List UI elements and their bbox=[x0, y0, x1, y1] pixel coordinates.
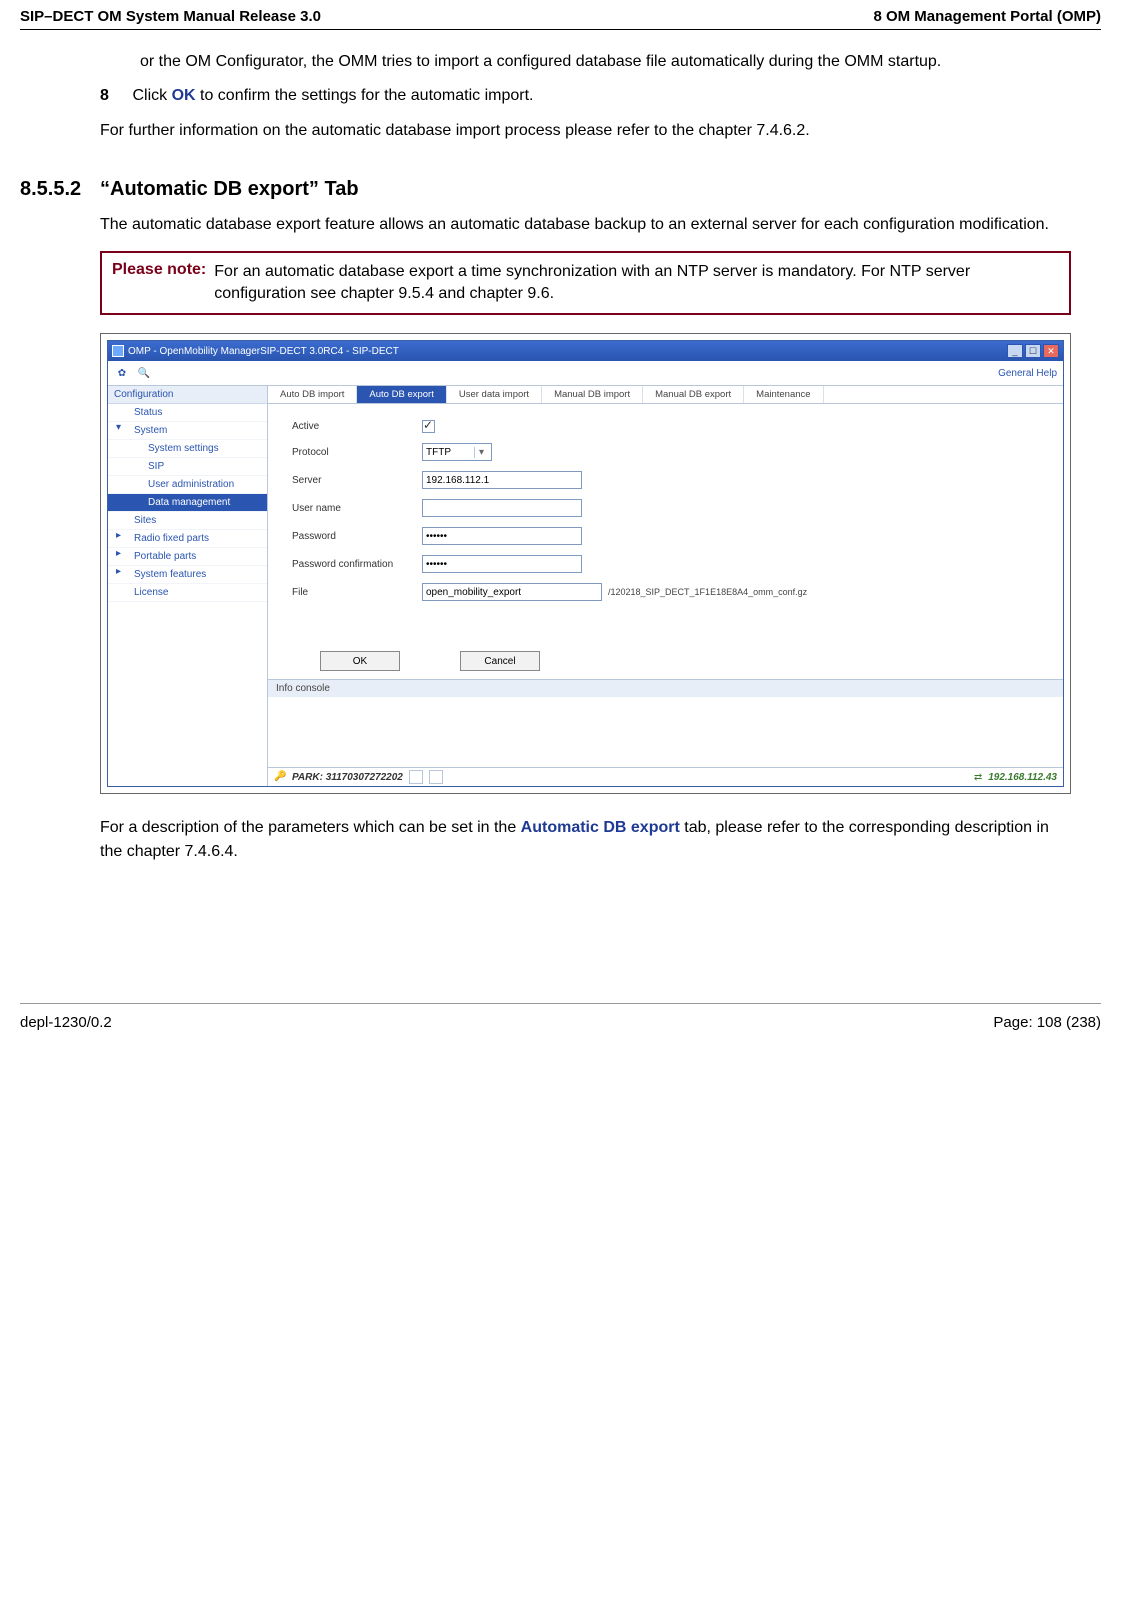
section-title: “Automatic DB export” Tab bbox=[100, 178, 359, 201]
label-password: Password bbox=[292, 531, 422, 542]
connection-icon: ⇄ bbox=[974, 772, 982, 783]
label-file: File bbox=[292, 587, 422, 598]
window-titlebar: OMP - OpenMobility ManagerSIP-DECT 3.0RC… bbox=[108, 341, 1063, 361]
chevron-right-icon[interactable]: ▸ bbox=[116, 548, 121, 559]
sidebar-heading: Configuration bbox=[108, 386, 267, 404]
sidebar-item-radio-fixed[interactable]: Radio fixed parts bbox=[108, 530, 267, 548]
tab-user-data-import[interactable]: User data import bbox=[447, 386, 542, 403]
tab-auto-db-export[interactable]: Auto DB export bbox=[357, 386, 446, 403]
footer-right: Page: 108 (238) bbox=[993, 1014, 1101, 1031]
section-number: 8.5.5.2 bbox=[20, 178, 100, 201]
minimize-button[interactable]: _ bbox=[1007, 344, 1023, 358]
chevron-right-icon[interactable]: ▸ bbox=[116, 530, 121, 541]
label-server: Server bbox=[292, 475, 422, 486]
file-input[interactable] bbox=[422, 583, 602, 601]
chevron-down-icon[interactable]: ▾ bbox=[116, 422, 121, 433]
tabs-row: Auto DB import Auto DB export User data … bbox=[268, 386, 1063, 404]
step-8-text: Click OK to confirm the settings for the… bbox=[132, 87, 1063, 105]
form-area: Active Protocol TFTP ▾ Server bbox=[268, 404, 1063, 679]
sidebar-item-data-management[interactable]: Data management bbox=[108, 494, 267, 512]
header-left: SIP–DECT OM System Manual Release 3.0 bbox=[20, 8, 321, 25]
info-console-body bbox=[268, 697, 1063, 767]
gear-icon[interactable]: ✿ bbox=[114, 365, 130, 381]
auto-db-export-keyword: Automatic DB export bbox=[521, 819, 680, 836]
sidebar-item-system-settings[interactable]: System settings bbox=[108, 440, 267, 458]
username-input[interactable] bbox=[422, 499, 582, 517]
ok-keyword: OK bbox=[172, 87, 196, 104]
label-username: User name bbox=[292, 503, 422, 514]
sidebar-item-portable-parts[interactable]: Portable parts bbox=[108, 548, 267, 566]
tab-auto-db-import[interactable]: Auto DB import bbox=[268, 386, 357, 403]
search-icon[interactable]: 🔍 bbox=[136, 365, 152, 381]
dropdown-caret-icon: ▾ bbox=[474, 447, 488, 458]
app-icon bbox=[112, 345, 124, 357]
window-title: OMP - OpenMobility ManagerSIP-DECT 3.0RC… bbox=[128, 346, 399, 357]
password-confirm-input[interactable] bbox=[422, 555, 582, 573]
footer-left: depl-1230/0.2 bbox=[20, 1014, 112, 1031]
label-active: Active bbox=[292, 421, 422, 432]
tab-manual-db-import[interactable]: Manual DB import bbox=[542, 386, 643, 403]
sidebar-item-user-admin[interactable]: User administration bbox=[108, 476, 267, 494]
sidebar-item-license[interactable]: License bbox=[108, 584, 267, 602]
key-icon: 🔑 bbox=[274, 771, 286, 783]
please-note-box: Please note: For an automatic database e… bbox=[100, 251, 1071, 316]
info-console-header: Info console bbox=[268, 679, 1063, 697]
sidebar-item-sip[interactable]: SIP bbox=[108, 458, 267, 476]
toolbar-links[interactable]: General Help bbox=[998, 368, 1057, 379]
active-checkbox[interactable] bbox=[422, 420, 435, 433]
label-password-confirm: Password confirmation bbox=[292, 559, 422, 570]
paragraph-further-info: For further information on the automatic… bbox=[100, 119, 1071, 142]
file-suffix-text: /120218_SIP_DECT_1F1E18E8A4_omm_conf.gz bbox=[608, 587, 807, 597]
screenshot-figure: OMP - OpenMobility ManagerSIP-DECT 3.0RC… bbox=[100, 333, 1071, 794]
cancel-button[interactable]: Cancel bbox=[460, 651, 540, 671]
status-bar: 🔑 PARK: 31170307272202 ⇄ 192.168.112.43 bbox=[268, 767, 1063, 786]
sidebar: Configuration Status ▾System System sett… bbox=[108, 386, 268, 786]
note-text: For an automatic database export a time … bbox=[214, 261, 1059, 306]
step-number-8: 8 bbox=[100, 87, 128, 105]
park-id: PARK: 31170307272202 bbox=[292, 772, 403, 783]
paragraph-desc-ref: For a description of the parameters whic… bbox=[100, 816, 1071, 862]
paragraph-export-intro: The automatic database export feature al… bbox=[100, 213, 1071, 236]
status-ip: 192.168.112.43 bbox=[988, 772, 1057, 783]
chevron-right-icon[interactable]: ▸ bbox=[116, 566, 121, 577]
server-input[interactable] bbox=[422, 471, 582, 489]
protocol-select[interactable]: TFTP ▾ bbox=[422, 443, 492, 461]
close-button[interactable]: ✕ bbox=[1043, 344, 1059, 358]
sidebar-item-system-features[interactable]: System features bbox=[108, 566, 267, 584]
sidebar-item-sites[interactable]: Sites bbox=[108, 512, 267, 530]
password-input[interactable] bbox=[422, 527, 582, 545]
ok-button[interactable]: OK bbox=[320, 651, 400, 671]
tab-maintenance[interactable]: Maintenance bbox=[744, 386, 823, 403]
status-icon-1[interactable] bbox=[409, 770, 423, 784]
note-label: Please note: bbox=[112, 261, 206, 306]
maximize-button[interactable]: ☐ bbox=[1025, 344, 1041, 358]
sidebar-item-status[interactable]: Status bbox=[108, 404, 267, 422]
status-icon-2[interactable] bbox=[429, 770, 443, 784]
header-right: 8 OM Management Portal (OMP) bbox=[873, 8, 1101, 25]
label-protocol: Protocol bbox=[292, 447, 422, 458]
sidebar-item-system[interactable]: System bbox=[108, 422, 267, 440]
tab-manual-db-export[interactable]: Manual DB export bbox=[643, 386, 744, 403]
paragraph-intro-continued: or the OM Configurator, the OMM tries to… bbox=[140, 50, 1071, 73]
